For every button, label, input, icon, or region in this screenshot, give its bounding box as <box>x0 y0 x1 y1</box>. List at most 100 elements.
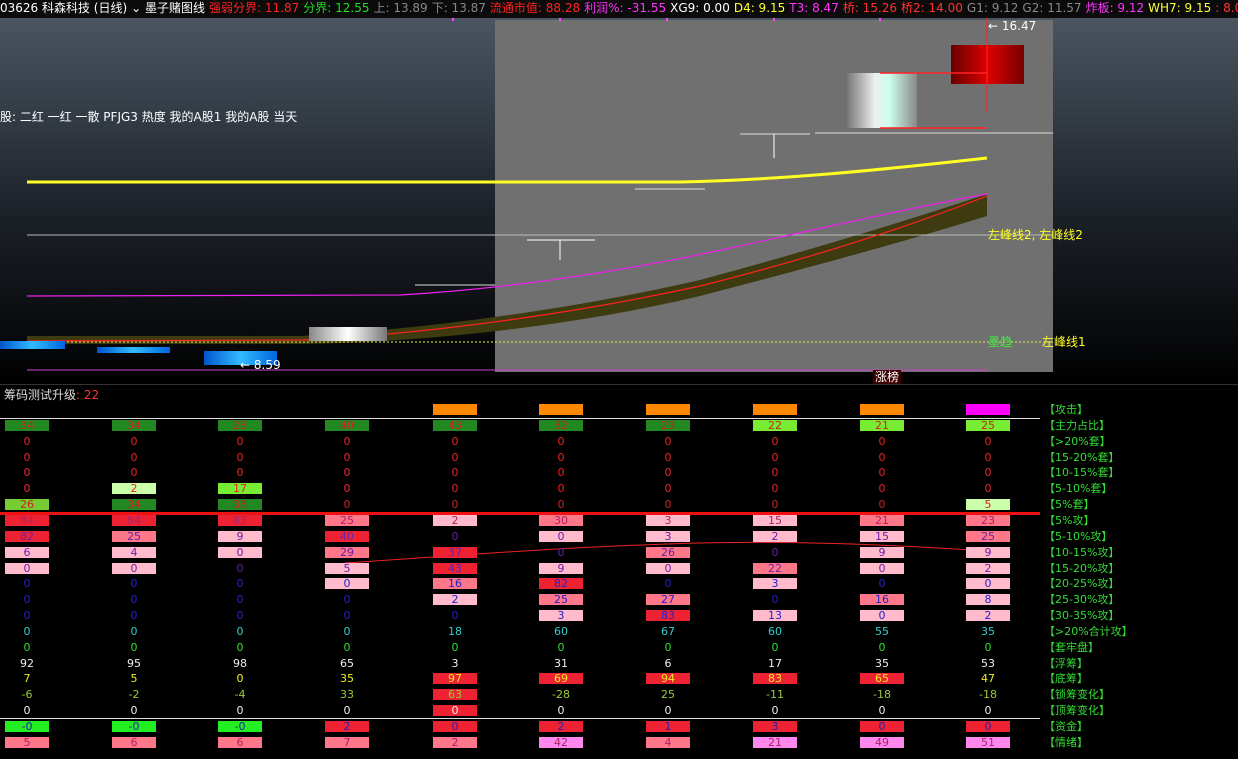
table-cell: 0 <box>343 434 351 448</box>
table-cell: 0 <box>664 482 672 496</box>
table-cell: 0 <box>451 482 459 496</box>
table-cell: 17 <box>218 483 262 495</box>
table-cell: 6 <box>664 656 672 670</box>
table-cell: 0 <box>343 640 351 654</box>
table-cell: 0 <box>112 562 156 574</box>
chip-block <box>97 347 170 353</box>
table-cell: 92 <box>20 656 34 670</box>
table-cell: 0 <box>451 609 459 623</box>
table-cell: 32 <box>539 419 583 431</box>
table-cell: 3 <box>539 610 583 622</box>
table-cell: 0 <box>5 562 49 574</box>
table-cell: 0 <box>557 545 565 559</box>
table-cell: 6 <box>218 736 262 748</box>
table-cell: -0 <box>5 721 49 732</box>
table-cell: 33 <box>340 688 354 702</box>
table-cell: 82 <box>539 578 583 590</box>
table-cell: 37 <box>433 546 477 558</box>
table-cell: 7 <box>23 672 31 686</box>
row-label: 【5%攻】 <box>1044 513 1095 527</box>
table-cell: 0 <box>130 593 138 607</box>
row-label: 【10-15%攻】 <box>1044 545 1120 559</box>
table-cell: 0 <box>343 498 351 512</box>
table-cell: 0 <box>664 434 672 448</box>
table-cell: 0 <box>557 466 565 480</box>
table-cell: 0 <box>771 640 779 654</box>
table-cell: 0 <box>236 466 244 480</box>
table-cell: 40 <box>325 419 369 431</box>
table-cell: 0 <box>539 530 583 542</box>
table-cell: 9 <box>218 530 262 542</box>
table-cell: 0 <box>984 640 992 654</box>
table-cell: 0 <box>236 624 244 638</box>
indicator-14: G2: 11.57 <box>1022 1 1082 15</box>
indicator-2: 强弱分界: 11.87 <box>209 1 300 15</box>
row-label: 【>20%套】 <box>1044 434 1111 448</box>
indicator-7: 利润%: -31.55 <box>584 1 667 15</box>
table-cell: 43 <box>433 562 477 574</box>
table-cell: 0 <box>664 577 672 591</box>
table-cell: 0 <box>343 466 351 480</box>
table-cell <box>112 404 156 415</box>
table-cell: 0 <box>236 577 244 591</box>
table-cell: 0 <box>23 434 31 448</box>
peak-line-2-label: 左峰线2, 左峰线2 <box>988 227 1083 242</box>
table-cell: 0 <box>236 672 244 686</box>
row-label: 【资金】 <box>1044 720 1088 733</box>
table-cell: 6 <box>112 736 156 748</box>
table-cell: 0 <box>130 624 138 638</box>
table-cell: 0 <box>218 546 262 558</box>
low-price-label: ← 8.59 <box>240 358 281 372</box>
indicator-13: G1: 9.12 <box>966 1 1019 15</box>
table-cell: 21 <box>860 514 904 526</box>
row-label: 【5-10%套】 <box>1044 482 1113 496</box>
row-label: 【浮筹】 <box>1044 656 1088 670</box>
table-cell: -6 <box>21 688 33 702</box>
stock-list[interactable]: 股: 二红 一红 一散 PFJG3 热度 我的A股1 我的A股 当天 <box>0 108 297 125</box>
table-cell: 0 <box>236 704 244 718</box>
table-cell <box>539 404 583 415</box>
table-cell: 31 <box>554 656 568 670</box>
table-cell: 42 <box>539 736 583 748</box>
table-cell: 0 <box>557 640 565 654</box>
table-cell: 25 <box>539 594 583 606</box>
row-label: 【20-25%攻】 <box>1044 577 1120 591</box>
panel-divider <box>0 384 1238 385</box>
table-cell: 34 <box>112 419 156 431</box>
price-chart[interactable]: ← 16.47 ← 8.59 左峰线2, 左峰线2 墨趋 左峰线1 涨榜 股: … <box>0 18 1238 384</box>
table-cell: 34 <box>5 419 49 431</box>
table-cell: 5 <box>966 499 1010 511</box>
table-cell: 95 <box>127 656 141 670</box>
chip-table: 【攻击】 34 34 28 40 43 32 23 22 21 25 【主力占比】 0 0 0 0 0 0 0 0 0 0… <box>0 400 1238 759</box>
table-cell: 0 <box>878 704 886 718</box>
table-cell: 0 <box>984 434 992 448</box>
table-cell: 0 <box>23 593 31 607</box>
table-cell: 0 <box>878 466 886 480</box>
table-cell: 25 <box>325 514 369 526</box>
indicator-3: 分界: 12.55 <box>303 1 370 15</box>
table-cell: 0 <box>771 593 779 607</box>
indicator-10: T3: 8.47 <box>789 1 839 15</box>
indicator-4: 上: 13.89 <box>373 1 428 15</box>
table-cell: 4 <box>112 546 156 558</box>
table-cell: 83 <box>218 514 262 526</box>
table-cell: 0 <box>23 624 31 638</box>
table-cell: 84 <box>5 514 49 526</box>
table-cell: 0 <box>646 562 690 574</box>
table-cell: 0 <box>343 482 351 496</box>
table-cell: -11 <box>766 688 784 702</box>
table-cell: 0 <box>130 466 138 480</box>
table-cell: 0 <box>433 705 477 717</box>
table-cell <box>5 404 49 415</box>
table-cell: 0 <box>451 434 459 448</box>
table-cell: 26 <box>5 499 49 511</box>
indicator-6: 流通市值: 88.28 <box>489 1 581 15</box>
table-cell: 0 <box>771 434 779 448</box>
table-cell: 98 <box>233 656 247 670</box>
table-cell: 9 <box>966 546 1010 558</box>
table-cell: 47 <box>981 672 995 686</box>
chip-block <box>0 341 65 349</box>
table-cell: 9 <box>860 546 904 558</box>
indicator-16: WH7: 9.15 <box>1148 1 1212 15</box>
table-cell: 0 <box>984 704 992 718</box>
